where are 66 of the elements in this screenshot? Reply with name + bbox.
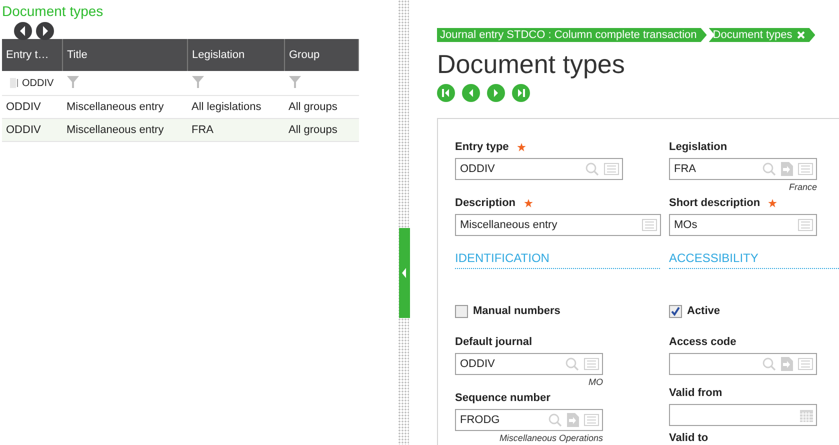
list-icon[interactable] [798, 163, 813, 175]
field-label: Entry type [455, 141, 509, 153]
next-record-icon[interactable] [487, 84, 505, 102]
search-icon[interactable] [762, 162, 776, 176]
arrow-icon[interactable] [781, 357, 793, 371]
input-field[interactable] [669, 404, 817, 426]
field-label: Short description [669, 197, 760, 209]
panel-title: Document types [1, 2, 104, 19]
input-field[interactable]: FRA [669, 158, 817, 180]
last-record-icon[interactable] [512, 84, 530, 102]
column-header[interactable]: Group [284, 39, 358, 71]
field-label: Valid from [669, 387, 722, 399]
search-icon[interactable] [762, 357, 776, 371]
search-icon[interactable] [565, 357, 579, 371]
page-title: Document types [437, 49, 626, 79]
filter-clear-icon[interactable] [10, 78, 19, 88]
table-cell: All groups [284, 118, 358, 142]
input-field[interactable]: Miscellaneous entry [455, 214, 661, 236]
field-label: Valid to [669, 432, 708, 444]
collapse-handle[interactable] [399, 228, 410, 318]
filter-field[interactable]: ODDIV [22, 78, 54, 88]
checkbox[interactable] [455, 304, 468, 318]
list-icon[interactable] [798, 358, 813, 370]
previous-icon[interactable] [14, 22, 32, 40]
arrow-icon[interactable] [567, 413, 579, 427]
checkbox-label: Active [687, 305, 720, 317]
field-label: Default journal [455, 336, 532, 348]
list-icon[interactable] [604, 163, 619, 175]
required-icon [524, 198, 533, 208]
field-label: Description [455, 197, 516, 209]
field-label: Sequence number [455, 392, 550, 404]
filter-icon[interactable] [66, 76, 78, 88]
filter-icon[interactable] [192, 76, 204, 88]
search-icon[interactable] [585, 162, 599, 176]
calendar-icon[interactable] [800, 408, 813, 422]
list-icon[interactable] [584, 358, 599, 370]
input-field[interactable]: ODDIV [455, 158, 623, 180]
search-icon[interactable] [548, 413, 562, 427]
close-icon[interactable] [797, 31, 806, 39]
required-icon [768, 198, 778, 208]
table-cell: Miscellaneous entry [62, 118, 188, 142]
input-field[interactable]: FRODG [455, 409, 603, 431]
field-caption: MO [588, 377, 603, 387]
checkbox-label: Manual numbers [473, 305, 560, 317]
column-header[interactable]: Title [62, 39, 188, 71]
first-record-icon[interactable] [437, 84, 455, 102]
column-header[interactable]: Legislation [188, 39, 284, 71]
arrow-icon[interactable] [781, 162, 793, 176]
table-cell: FRA [188, 118, 284, 142]
list-icon[interactable] [798, 219, 813, 231]
input-field[interactable]: ODDIV [455, 353, 603, 375]
checkbox[interactable] [669, 304, 682, 318]
next-icon[interactable] [36, 22, 54, 40]
field-label: Access code [669, 336, 736, 348]
required-icon [516, 142, 526, 152]
input-field[interactable]: MOs [669, 214, 817, 236]
filter-icon[interactable] [288, 76, 300, 88]
field-label: Legislation [669, 141, 728, 153]
column-header[interactable]: Entry t… [2, 39, 62, 71]
input-field[interactable] [669, 353, 817, 375]
list-icon[interactable] [584, 414, 599, 426]
field-caption: Miscellaneous Operations [498, 433, 603, 443]
field-caption: France [788, 182, 817, 192]
prev-record-icon[interactable] [462, 84, 480, 102]
table-cell: ODDIV [2, 118, 62, 142]
list-icon[interactable] [642, 219, 657, 231]
